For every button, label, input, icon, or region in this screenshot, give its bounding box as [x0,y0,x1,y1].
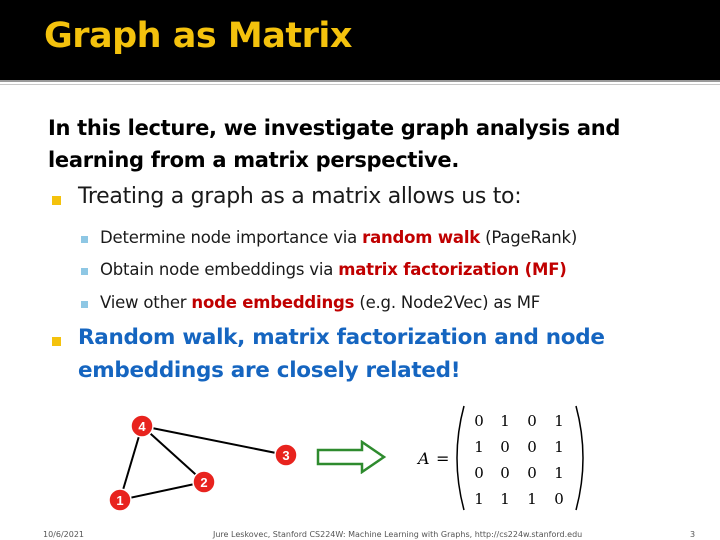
intro-line-2: learning from a matrix perspective. [48,148,460,172]
right-arrow-icon [316,440,387,474]
bullet-treating-graph: Treating a graph as a matrix allows us t… [78,184,522,209]
matrix-cell: 1 [500,490,510,508]
matrix-cell: 0 [554,490,564,508]
edge-2-1 [119,481,205,501]
page-number: 3 [690,530,696,539]
matrix-cell: 1 [474,490,484,508]
sub-bullet-marker [81,301,88,308]
intro-line-1: In this lecture, we investigate graph an… [48,116,621,140]
divider-thin [0,84,720,85]
matrix-cell: 0 [500,464,510,482]
matrix-cell: 1 [554,438,564,456]
matrix-cell: 0 [500,438,510,456]
bullet-marker [52,196,61,205]
sub-bullet-node-embeddings: View other node embeddings (e.g. Node2Ve… [100,293,541,312]
footer-credit: Jure Leskovec, Stanford CS224W: Machine … [213,530,583,539]
bullet-related-line-2: embeddings are closely related! [78,358,461,383]
sub-bullet-marker [81,268,88,275]
bullet-related-line-1: Random walk, matrix factorization and no… [78,325,605,350]
matrix-cell: 0 [474,412,484,430]
sub-bullet-random-walk: Determine node importance via random wal… [100,228,578,247]
emphasis-mf: matrix factorization (MF) [338,260,567,279]
emphasis-random-walk: random walk [362,228,481,247]
edge-4-2 [141,425,205,483]
left-paren [456,405,465,511]
matrix-name: A [416,449,430,468]
matrix-cell: 0 [527,438,537,456]
svg-text:1: 1 [116,493,123,508]
bullet-marker [52,337,61,346]
matrix-cell: 1 [554,464,564,482]
sub-bullet-marker [81,236,88,243]
node-2: 2 [192,470,216,494]
matrix-cell: 0 [474,464,484,482]
svg-text:2: 2 [200,475,207,490]
node-4: 4 [130,414,154,438]
node-1: 1 [108,488,132,512]
matrix-cell: 1 [500,412,510,430]
divider [0,80,720,82]
svg-text:4: 4 [138,419,146,434]
slide-title: Graph as Matrix [44,16,352,56]
svg-text:3: 3 [282,448,289,463]
matrix-cell: 1 [527,490,537,508]
graph-diagram: 4 3 2 1 [108,414,298,512]
matrix-cell: 0 [527,464,537,482]
footer-date: 10/6/2021 [43,530,85,539]
title-bar: Graph as Matrix [0,0,720,80]
right-paren [575,405,584,511]
edge-4-3 [141,425,287,456]
matrix-equals: = [436,449,449,468]
matrix-cell: 0 [527,412,537,430]
matrix-cell: 1 [474,438,484,456]
sub-bullet-matrix-factorization: Obtain node embeddings via matrix factor… [100,260,567,279]
node-3: 3 [274,443,298,467]
emphasis-node-embeddings: node embeddings [191,293,355,312]
adjacency-matrix: A = 0 1 0 11 0 0 10 0 0 11 1 1 0 [416,405,584,511]
matrix-cell: 1 [554,412,564,430]
